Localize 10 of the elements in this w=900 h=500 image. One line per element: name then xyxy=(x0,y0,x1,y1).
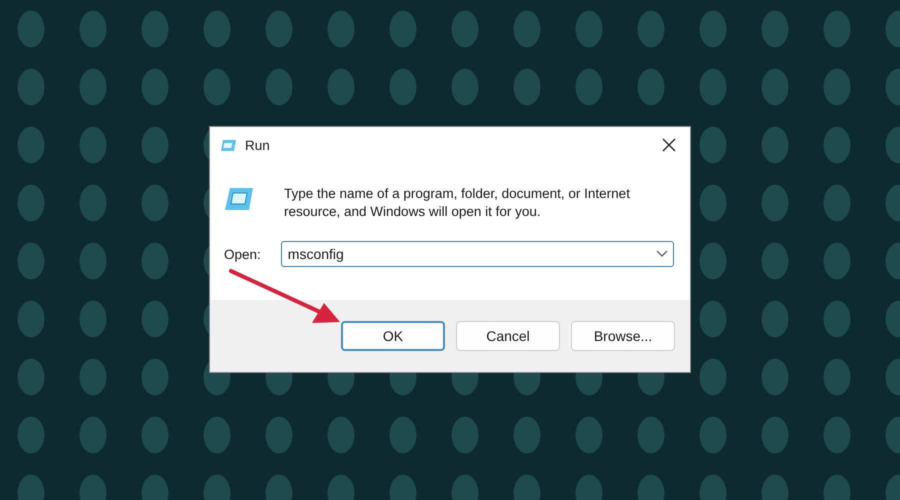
dialog-button[interactable]: Cancel xyxy=(456,321,560,351)
dialog-button[interactable]: Browse... xyxy=(571,321,675,351)
run-icon xyxy=(220,138,237,152)
dialog-button[interactable]: OK xyxy=(341,321,445,351)
window-title: Run xyxy=(245,138,271,152)
open-combo-box[interactable]: msconfig xyxy=(280,241,674,267)
open-label: Open: xyxy=(224,246,261,262)
dropdown-caret-icon[interactable] xyxy=(656,250,668,258)
run-icon xyxy=(224,187,254,211)
instruction-text: Type the name of a program, folder, document, or Internet resource, and Windows will open it for you. xyxy=(284,185,631,221)
